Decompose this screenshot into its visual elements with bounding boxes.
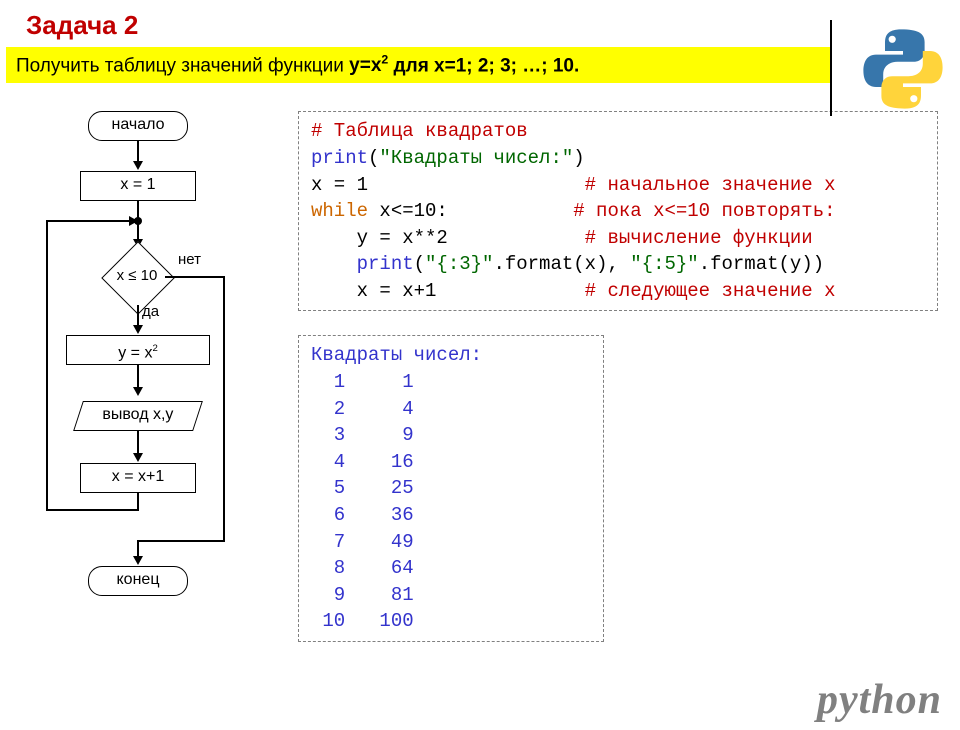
python-wordmark: python [817, 676, 942, 724]
flow-no-label: нет [178, 251, 201, 268]
code-block: # Таблица квадратов print("Квадраты чисе… [298, 111, 938, 311]
python-logo-icon [858, 24, 948, 114]
flow-end: конец [88, 566, 188, 596]
flow-init: x = 1 [80, 171, 196, 201]
flow-calc: y = x2 [66, 335, 210, 365]
flow-incr: x = x+1 [80, 463, 196, 493]
task-description: Получить таблицу значений функции y=x2 д… [6, 47, 832, 83]
flow-output: вывод x,y [73, 401, 203, 431]
output-block: Квадраты чисел: 1 1 2 4 3 9 4 16 5 25 6 … [298, 335, 604, 642]
flow-start: начало [88, 111, 188, 141]
page-title: Задача 2 [26, 10, 960, 41]
flowchart: начало x = 1 x ≤ 10 да нет y = x2 вывод … [10, 111, 290, 651]
flow-yes-label: да [142, 303, 159, 320]
subtitle-prefix: Получить таблицу значений функции [16, 55, 349, 76]
subtitle-func: y=x [349, 55, 381, 76]
separator-line [830, 20, 832, 116]
subtitle-suffix: для x=1; 2; 3; …; 10. [388, 55, 579, 76]
